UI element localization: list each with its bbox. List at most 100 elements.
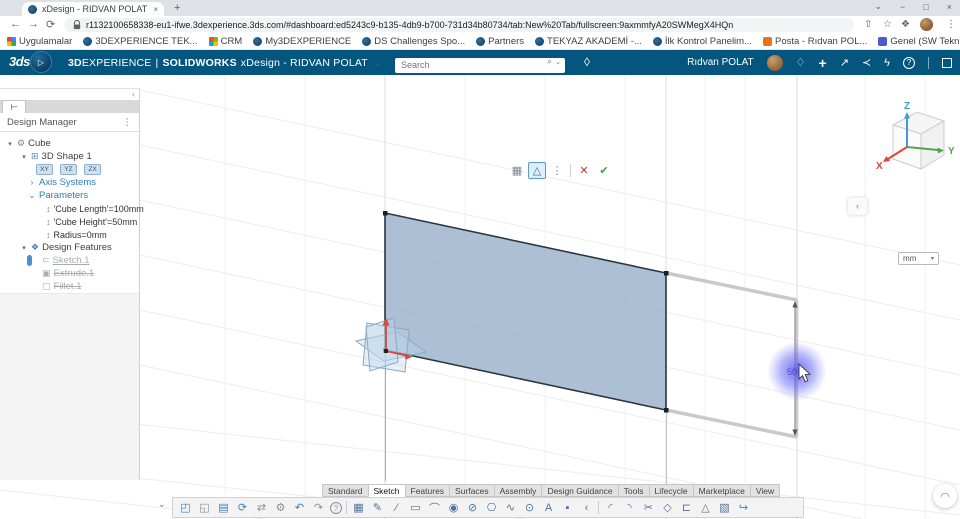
offset-tool-icon[interactable]: ⊏ [679,501,694,514]
window-close-icon[interactable]: × [947,2,952,12]
redo-icon[interactable]: ↷ [311,501,326,514]
tree-item-shape[interactable]: ▾ ⊞ 3D Shape 1 [0,150,139,163]
mirror-tool-icon[interactable]: ◇ [660,501,675,514]
search-icon[interactable]: ⌕ [547,56,552,67]
spline-tool-icon[interactable]: ∿ [503,501,518,514]
bookmark[interactable]: TEKYAZ AKADEMİ -... [535,36,642,47]
chevron-right-icon[interactable]: › [28,178,36,187]
tree-item-root[interactable]: ▾ ⚙ Cube [0,137,139,150]
window-maximize-icon[interactable]: □ [923,2,928,12]
show-dimensions-icon[interactable]: ⋮ [548,162,566,179]
3ds-logo[interactable]: 3ds [9,54,30,69]
slot-tool-icon[interactable]: ⊙ [522,501,537,514]
tab-marketplace[interactable]: Marketplace [692,484,750,497]
share-arrow-icon[interactable]: ↗ [840,56,849,69]
exit-sketch-icon[interactable]: ↪ [736,501,751,514]
lightning-icon[interactable]: ϟ [884,57,890,69]
sketch-face[interactable] [384,212,667,411]
bookmark-star-icon[interactable]: ☆ [883,19,892,30]
tree-item-design-features[interactable]: ▾ ❖ Design Features [0,241,139,254]
corner-tool-icon[interactable]: ‹ [579,502,594,514]
tab-lifecycle[interactable]: Lifecycle [648,484,693,497]
fullscreen-icon[interactable] [942,57,952,68]
save-icon[interactable]: ▤ [216,501,231,514]
smart-sketch-icon[interactable]: ✎ [370,501,385,514]
plane-xy-button[interactable]: XY [36,164,53,175]
tab-close-icon[interactable]: × [153,5,158,14]
bookmark[interactable]: Partners [476,36,524,47]
undo-icon[interactable]: ↶ [292,501,307,514]
tab-tools[interactable]: Tools [617,484,649,497]
caret-down-icon[interactable]: ▾ [6,140,14,148]
bookmark[interactable]: DS Challenges Spo... [362,36,465,47]
window-menu-icon[interactable]: ⌄ [874,1,882,12]
tree-item-axis-systems[interactable]: › Axis Systems [0,176,139,189]
tab-sketch[interactable]: Sketch [367,484,405,497]
settings-gear-icon[interactable]: ⚙ [273,501,288,514]
bookmark[interactable]: CRM [208,36,242,47]
window-minimize-icon[interactable]: − [900,2,905,12]
normal-to-view-icon[interactable]: △ [528,162,546,179]
text-tool-icon[interactable]: A [541,502,556,514]
rectangle-tool-icon[interactable]: ▭ [408,501,423,514]
app-title-caret-icon[interactable]: ⌄ [374,59,382,68]
3d-scene-canvas[interactable]: Z Y X 50 [0,75,960,519]
chamfer-tool-icon[interactable]: ◝ [622,501,637,514]
toolbar-collapse-icon[interactable]: ⌄ [158,499,166,510]
browser-tab[interactable]: xDesign - RIDVAN POLAT × [22,2,164,16]
rollback-bar[interactable] [27,255,32,266]
tree-item-parameters[interactable]: ⌄ Parameters [0,189,139,202]
kite-icon[interactable]: ♢ [796,56,806,69]
tree-item-param[interactable]: ↕ 'Cube Height'=50mm [0,215,139,228]
share-page-icon[interactable]: ⇧ [864,19,872,30]
tree-item-sketch1[interactable]: ⊂ Sketch.1 [0,254,139,267]
sketch-grid-icon[interactable]: ▦ [351,501,366,514]
fillet-tool-icon[interactable]: ◜ [603,501,618,514]
point-tool-icon[interactable]: ▪ [560,502,575,514]
insert-component-icon[interactable]: ◰ [178,501,193,514]
help-icon[interactable]: ? [903,56,915,69]
gesture-menu-button[interactable]: ◠ [933,484,957,508]
cancel-sketch-icon[interactable]: ✕ [575,162,593,179]
bookmark[interactable]: Posta - Rıdvan POL... [763,36,867,47]
plane-yz-button[interactable]: YZ [60,164,77,175]
arc-tool-icon[interactable]: ⌒ [427,500,442,516]
app-brand[interactable]: 3DEXPERIENCE | SOLIDWORKS xDesign - RIDV… [68,57,382,69]
plane-grid-icon[interactable]: ▦ [508,162,526,179]
add-content-icon[interactable]: + [819,55,827,71]
panel-collapse-icon[interactable]: ‹ [132,89,135,99]
open-model-icon[interactable]: ◱ [197,501,212,514]
back-icon[interactable]: ← [10,18,21,30]
tree-item-param[interactable]: ↕ Radius=0mm [0,228,139,241]
caret-down-icon[interactable]: ▾ [20,244,28,252]
extensions-icon[interactable]: ❖ [901,19,910,30]
address-bar[interactable]: r1132100658338-eu1-ifwe.3dexperience.3ds… [64,18,854,32]
bookmark[interactable]: My3DEXPERIENCE [253,36,351,47]
reload-icon[interactable]: ⟳ [46,18,55,31]
convert-entities-icon[interactable]: ▧ [717,501,732,514]
bookmark[interactable]: Genel (SW Teknik) |... [878,36,960,47]
tree-item-extrude1[interactable]: ▣ Extrude.1 [0,267,139,280]
tree-item-param[interactable]: ↕ 'Cube Length'=100mm [0,202,144,215]
polygon-tool-icon[interactable]: ⎔ [484,501,499,514]
tag-icon[interactable]: ◊ [584,55,590,69]
ellipse-tool-icon[interactable]: ⊘ [465,501,480,514]
browser-menu-icon[interactable]: ⋮ [946,19,956,30]
user-avatar[interactable] [766,54,783,71]
search-input[interactable] [395,57,565,73]
new-tab-button[interactable]: + [174,2,180,14]
plane-zx-button[interactable]: ZX [84,164,101,175]
pattern-tool-icon[interactable]: △ [698,501,713,514]
user-name[interactable]: Rıdvan POLAT [687,57,754,68]
triad-collapse-button[interactable]: ‹ [848,198,867,215]
browser-profile-avatar[interactable] [920,18,933,31]
help-icon[interactable]: ? [330,501,342,514]
view-triad[interactable]: Z Y X [876,101,955,172]
line-tool-icon[interactable]: ∕ [389,502,404,514]
chevron-down-icon[interactable]: ⌄ [28,191,36,200]
tree-item-fillet1[interactable]: ▢ Fillet.1 [0,280,139,293]
units-dropdown[interactable]: mm ▾ [898,252,939,265]
bookmark-apps[interactable]: Uygulamalar [7,36,72,47]
share-network-icon[interactable]: ≺ [862,56,871,69]
tab-assembly[interactable]: Assembly [493,484,542,497]
